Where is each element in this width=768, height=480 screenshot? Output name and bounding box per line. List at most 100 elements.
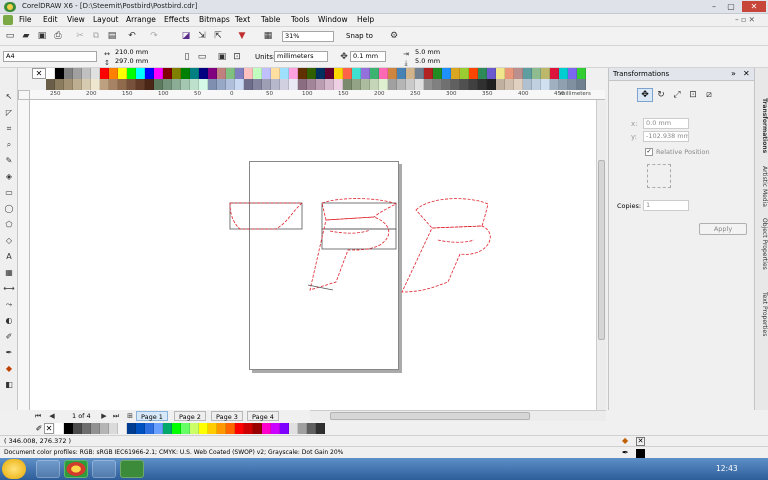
menu-window[interactable]: Window [318, 15, 348, 24]
scale-mode-icon[interactable]: ⤢ [671, 89, 683, 101]
color-swatch[interactable] [298, 423, 307, 434]
page-size-dropdown[interactable]: A4 [3, 51, 97, 62]
color-swatch[interactable] [379, 68, 388, 79]
color-swatch[interactable] [271, 423, 280, 434]
fill-tool-icon[interactable]: ◆ [3, 363, 15, 375]
color-swatch[interactable] [109, 423, 118, 434]
cut-icon[interactable]: ✂ [74, 30, 86, 42]
size-mode-icon[interactable]: ⊡ [687, 89, 699, 101]
color-swatch[interactable] [217, 79, 226, 90]
color-swatch[interactable] [46, 79, 55, 90]
effects-tool-icon[interactable]: ◐ [3, 315, 15, 327]
color-swatch[interactable] [487, 79, 496, 90]
color-swatch[interactable] [271, 79, 280, 90]
color-swatch[interactable] [244, 423, 253, 434]
color-swatch[interactable] [343, 68, 352, 79]
color-swatch[interactable] [136, 68, 145, 79]
page-tab-1[interactable]: Page 1 [136, 411, 168, 421]
color-swatch[interactable] [361, 79, 370, 90]
color-swatch[interactable] [226, 68, 235, 79]
color-swatch[interactable] [289, 423, 298, 434]
drawing-canvas[interactable] [30, 100, 596, 410]
color-swatch[interactable] [253, 68, 262, 79]
color-swatch[interactable] [505, 79, 514, 90]
eyedropper-tool-icon[interactable]: ✐ [3, 331, 15, 343]
rectangle-tool-icon[interactable]: ▭ [3, 187, 15, 199]
x-position-field[interactable]: 0.0 mm [643, 118, 689, 129]
color-swatch[interactable] [487, 68, 496, 79]
color-swatch[interactable] [55, 423, 64, 434]
color-swatch[interactable] [100, 423, 109, 434]
color-swatch[interactable] [181, 79, 190, 90]
crop-tool-icon[interactable]: ⌗ [3, 123, 15, 135]
horizontal-ruler[interactable]: 250 200 150 100 50 0 50 100 150 200 250 300 350 400 45… [30, 90, 605, 100]
copies-field[interactable]: 1 [643, 200, 689, 211]
color-swatch[interactable] [352, 79, 361, 90]
basic-shapes-icon[interactable]: ◇ [3, 235, 15, 247]
color-swatch[interactable] [100, 79, 109, 90]
color-swatch[interactable] [145, 423, 154, 434]
menu-tools[interactable]: Tools [291, 15, 309, 24]
freehand-tool-icon[interactable]: ✎ [3, 155, 15, 167]
color-swatch[interactable] [496, 68, 505, 79]
color-swatch[interactable] [280, 79, 289, 90]
color-swatch[interactable] [433, 68, 442, 79]
tab-transformations[interactable]: Transformations [756, 98, 768, 153]
color-swatch[interactable] [532, 79, 541, 90]
color-swatch[interactable] [154, 68, 163, 79]
rotate-mode-icon[interactable]: ↻ [655, 89, 667, 101]
color-swatch[interactable] [199, 79, 208, 90]
no-color-swatch[interactable]: ✕ [32, 68, 46, 79]
color-swatch[interactable] [127, 68, 136, 79]
bird-shape-right[interactable] [401, 198, 491, 293]
color-swatch[interactable] [577, 68, 586, 79]
color-swatch[interactable] [235, 423, 244, 434]
pick-tool-icon[interactable]: ↖ [3, 91, 15, 103]
color-swatch[interactable] [307, 68, 316, 79]
prev-page-icon[interactable]: ◀ [46, 410, 58, 422]
color-swatch[interactable] [118, 68, 127, 79]
color-swatch[interactable] [217, 68, 226, 79]
color-swatch[interactable] [397, 68, 406, 79]
color-swatch[interactable] [55, 79, 64, 90]
duplicate-y-field[interactable]: 5.0 mm [413, 57, 453, 68]
color-swatch[interactable] [298, 68, 307, 79]
color-swatch[interactable] [415, 68, 424, 79]
interactive-fill-icon[interactable]: ◧ [3, 379, 15, 391]
tab-artistic-media[interactable]: Artistic Media [756, 166, 768, 207]
color-swatch[interactable] [145, 79, 154, 90]
snap-to-dropdown[interactable]: Snap to [346, 32, 373, 40]
color-swatch[interactable] [73, 423, 82, 434]
color-swatch[interactable] [577, 79, 586, 90]
drawing-objects[interactable] [30, 100, 596, 410]
color-swatch[interactable] [118, 423, 127, 434]
coreldraw-taskbar-icon[interactable] [120, 460, 144, 478]
color-swatch[interactable] [262, 423, 271, 434]
color-swatch[interactable] [154, 423, 163, 434]
color-swatch[interactable] [433, 79, 442, 90]
color-swatch[interactable] [559, 68, 568, 79]
color-swatch[interactable] [541, 79, 550, 90]
units-dropdown[interactable]: millimeters [274, 51, 328, 62]
color-swatch[interactable] [514, 79, 523, 90]
color-swatch[interactable] [469, 68, 478, 79]
next-page-icon[interactable]: ▶ [98, 410, 110, 422]
color-swatch[interactable] [415, 79, 424, 90]
relative-position-checkbox[interactable]: ✓ [645, 148, 653, 156]
color-swatch[interactable] [136, 423, 145, 434]
menu-file[interactable]: File [19, 15, 32, 24]
color-swatch[interactable] [190, 68, 199, 79]
doc-icon[interactable] [3, 15, 13, 25]
all-pages-icon[interactable]: ▣ [216, 51, 228, 63]
color-swatch[interactable] [280, 68, 289, 79]
color-swatch[interactable] [163, 423, 172, 434]
maximize-button[interactable]: ▢ [723, 1, 739, 12]
color-swatch[interactable] [316, 68, 325, 79]
menu-view[interactable]: View [67, 15, 85, 24]
shape-tool-icon[interactable]: ◸ [3, 107, 15, 119]
color-swatch[interactable] [316, 423, 325, 434]
color-swatch[interactable] [289, 79, 298, 90]
smart-fill-icon[interactable]: ◈ [3, 171, 15, 183]
color-swatch[interactable] [172, 79, 181, 90]
search-content-icon[interactable]: ◪ [180, 30, 192, 42]
